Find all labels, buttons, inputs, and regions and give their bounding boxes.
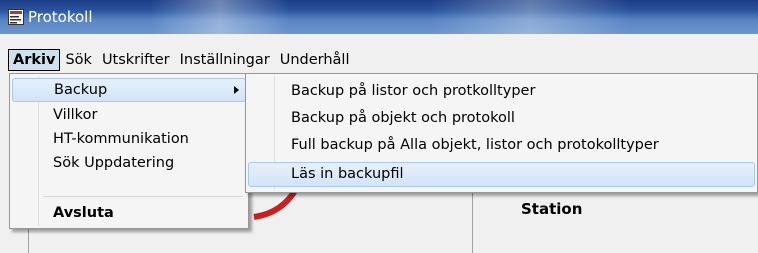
submenu-arrow-icon <box>234 86 239 94</box>
menu-utskrifter[interactable]: Utskrifter <box>97 49 175 71</box>
menu-item-avsluta[interactable]: Avsluta <box>12 201 246 225</box>
submenu-item-backup-objekt[interactable]: Backup på objekt och protokoll <box>248 106 755 131</box>
title-glow <box>430 0 630 34</box>
arkiv-dropdown: Backup Villkor HT-kommunikation Sök Uppd… <box>9 73 249 229</box>
menu-item-villkor[interactable]: Villkor <box>12 103 246 127</box>
menu-bar: Arkiv Sök Utskrifter Inställningar Under… <box>0 47 758 72</box>
station-label: Station <box>521 200 583 218</box>
submenu-item-las-in-backupfil[interactable]: Läs in backupfil <box>248 162 755 187</box>
menu-item-label: Backup <box>54 82 108 98</box>
backup-submenu: Backup på listor och protkolltyper Backu… <box>245 73 758 193</box>
title-glow <box>150 0 290 34</box>
menu-item-sok-uppdatering[interactable]: Sök Uppdatering <box>12 151 246 175</box>
app-icon <box>8 9 24 25</box>
menu-item-ht-kommunikation[interactable]: HT-kommunikation <box>12 127 246 151</box>
title-bar: Protokoll <box>0 0 758 34</box>
menu-installningar[interactable]: Inställningar <box>175 49 275 71</box>
window-title: Protokoll <box>28 8 93 26</box>
menu-arkiv[interactable]: Arkiv <box>8 48 61 71</box>
menu-underhall[interactable]: Underhåll <box>275 49 355 71</box>
menu-item-backup[interactable]: Backup <box>12 78 246 102</box>
menu-separator <box>43 196 243 197</box>
submenu-item-backup-listor[interactable]: Backup på listor och protkolltyper <box>248 79 755 104</box>
menu-sok[interactable]: Sök <box>60 49 96 71</box>
submenu-item-full-backup[interactable]: Full backup på Alla objekt, listor och p… <box>248 133 755 158</box>
